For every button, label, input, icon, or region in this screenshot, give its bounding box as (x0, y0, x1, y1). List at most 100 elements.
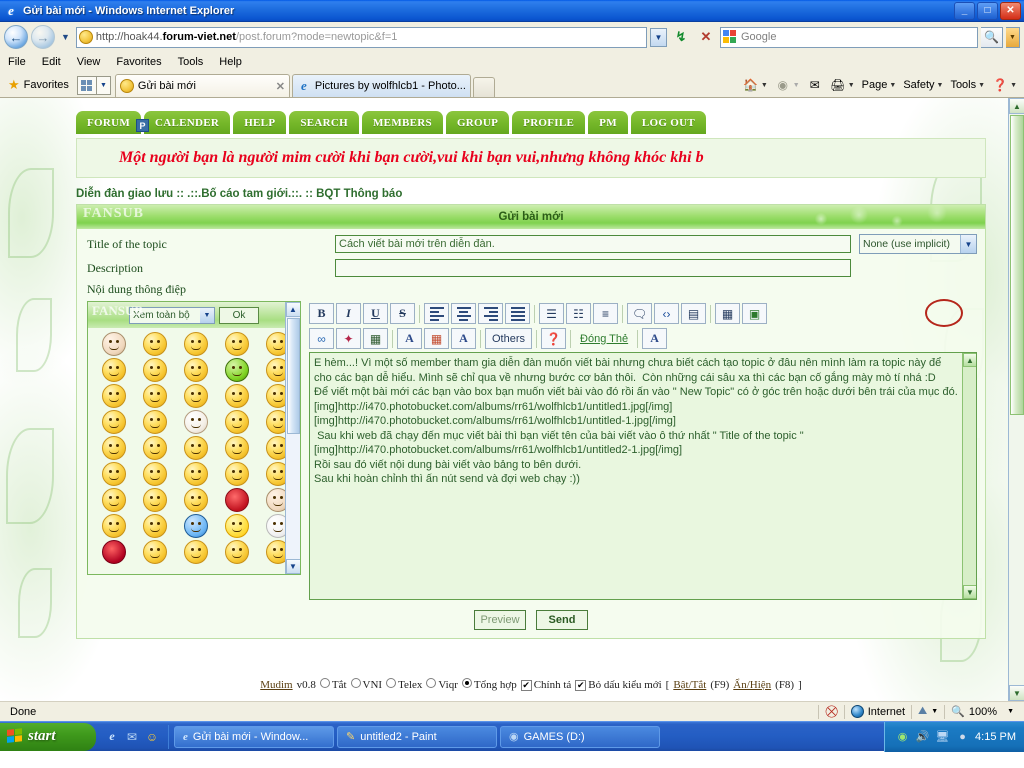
zoom-control[interactable]: 🔍 100% ▼ (945, 703, 1020, 721)
close-tag-link[interactable]: Đóng Thẻ (575, 333, 633, 345)
mudim-mode-vni[interactable]: VNI (350, 678, 382, 691)
browser-tab-inactive[interactable]: e Pictures by wolfhlcb1 - Photo... (291, 74, 471, 97)
scroll-up-icon[interactable]: ▲ (963, 353, 976, 367)
radio-icon[interactable] (426, 678, 437, 688)
strikethrough-button[interactable]: S (390, 303, 415, 324)
address-input[interactable]: http://hoak44.forum-viet.net/post.forum?… (75, 26, 647, 48)
smiley-item[interactable] (224, 410, 249, 434)
nav-tab-calender[interactable]: CALENDER (144, 111, 231, 134)
nav-tab-logout[interactable]: LOG OUT (630, 111, 707, 134)
start-button[interactable]: start (0, 722, 96, 751)
smiley-item[interactable] (224, 488, 249, 512)
smiley-item[interactable] (102, 540, 127, 564)
nav-tab-profile[interactable]: PROFILE (512, 111, 586, 134)
smiley-scrollbar[interactable]: ▲ ▼ (285, 302, 300, 574)
menu-item-edit[interactable]: Edit (42, 56, 61, 68)
smiley-item[interactable] (102, 436, 127, 460)
upload-image-button[interactable]: ▣ (742, 303, 767, 324)
smiley-item[interactable] (183, 384, 208, 408)
nav-tab-search[interactable]: SEARCH (289, 111, 359, 134)
menu-item-help[interactable]: Help (219, 56, 242, 68)
link-button[interactable]: ∞ (309, 328, 334, 349)
print-button[interactable]: 🖨 ▼ (828, 77, 857, 93)
italic-button[interactable]: I (336, 303, 361, 324)
chevron-down-icon[interactable]: ▼ (1007, 708, 1014, 715)
smiley-item[interactable] (183, 436, 208, 460)
bold-button[interactable]: B (309, 303, 334, 324)
mudim-mode-telex[interactable]: Telex (386, 678, 422, 691)
forward-button[interactable]: → (31, 25, 55, 49)
align-right-button[interactable] (478, 303, 503, 324)
quick-tabs-button[interactable] (76, 76, 97, 95)
smiley-item[interactable] (143, 332, 168, 356)
outlook-icon[interactable]: ✉ (124, 729, 140, 745)
favorites-button[interactable]: ★ Favorites (6, 73, 77, 97)
smiley-item[interactable] (143, 540, 168, 564)
stop-icon[interactable]: ✕ (695, 26, 717, 48)
smiley-item[interactable] (224, 514, 249, 538)
smiley-item[interactable] (143, 462, 168, 486)
chevron-down-icon[interactable]: ▼ (761, 82, 768, 89)
smiley-item[interactable] (102, 462, 127, 486)
browser-tab-active[interactable]: Gửi bài mới ✕ (114, 74, 290, 97)
search-provider-dropdown[interactable]: ▼ (1006, 26, 1020, 48)
others-button[interactable]: Others (485, 328, 533, 349)
scrollbar-thumb[interactable] (287, 318, 300, 434)
mudim-brand-link[interactable]: Mudim (260, 679, 292, 691)
title-input[interactable]: Cách viết bài mới trên diễn đàn. (335, 235, 851, 253)
mudim-check-chinhta[interactable]: ✔ Chính tả (520, 679, 571, 691)
taskbar-item-paint[interactable]: ✎ untitled2 - Paint (337, 725, 497, 748)
nav-tab-members[interactable]: MEMBERS (362, 111, 443, 134)
quote-button[interactable]: 🗨 (627, 303, 652, 324)
insert-image-button[interactable]: ▦ (715, 303, 740, 324)
smiley-item[interactable] (102, 332, 127, 356)
page-menu-button[interactable]: Page ▼ (860, 79, 899, 91)
help-menu-button[interactable]: ❓ ▼ (990, 77, 1019, 93)
mudim-mode-tat[interactable]: Tắt (319, 678, 347, 691)
smiley-item[interactable] (143, 514, 168, 538)
feeds-button[interactable]: ◉ ▼ (773, 77, 802, 93)
video-button[interactable]: ▦ (363, 328, 388, 349)
chevron-down-icon[interactable]: ▼ (937, 82, 944, 89)
smiley-item[interactable] (143, 410, 168, 434)
description-input[interactable] (335, 259, 851, 277)
page-scrollbar[interactable]: ▲ ▼ (1008, 98, 1024, 701)
nav-tab-pm[interactable]: PM (588, 111, 628, 134)
home-button[interactable]: 🏠 ▼ (741, 77, 770, 93)
smiley-item[interactable] (143, 358, 168, 382)
align-justify-button[interactable] (505, 303, 530, 324)
smiley-item[interactable] (143, 488, 168, 512)
smiley-item[interactable] (102, 410, 127, 434)
chevron-down-icon[interactable]: ▼ (848, 82, 855, 89)
underline-button[interactable]: U (363, 303, 388, 324)
code-button[interactable]: ‹› (654, 303, 679, 324)
chevron-down-icon[interactable]: ▼ (931, 708, 938, 715)
smiley-item[interactable] (224, 384, 249, 408)
preview-button[interactable]: Preview (474, 610, 526, 630)
checkbox-icon-checked[interactable]: ✔ (575, 679, 587, 691)
chevron-down-icon[interactable]: ▼ (960, 235, 976, 253)
smiley-item[interactable] (102, 488, 127, 512)
mudim-hide-link[interactable]: Ẩn/Hiện (733, 679, 771, 691)
close-button[interactable]: ✕ (1000, 1, 1021, 20)
table-button[interactable]: ▤ (681, 303, 706, 324)
message-textarea[interactable]: E hèm...! Vì một số member tham gia diễn… (309, 352, 977, 600)
smiley-item[interactable] (183, 540, 208, 564)
numbered-list-button[interactable]: ☷ (566, 303, 591, 324)
taskbar-item-games-drive[interactable]: ◉ GAMES (D:) (500, 725, 660, 748)
smiley-item[interactable] (102, 514, 127, 538)
taskbar-item-ie[interactable]: e Gửi bài mới - Window... (174, 725, 334, 748)
scroll-down-icon[interactable]: ▼ (963, 585, 976, 599)
scrollbar-thumb[interactable] (1010, 115, 1024, 415)
send-button[interactable]: Send (536, 610, 588, 630)
radio-icon-selected[interactable] (461, 678, 472, 688)
breadcrumb[interactable]: Diễn đàn giao lưu :: .::.Bố cáo tam giới… (76, 188, 986, 200)
protected-mode[interactable]: ⛰ ▼ (912, 703, 944, 721)
refresh-icon[interactable]: ↯ (670, 26, 692, 48)
mudim-check-bodau[interactable]: ✔ Bỏ dấu kiểu mới (575, 679, 662, 691)
maximize-button[interactable]: □ (977, 1, 998, 20)
history-dropdown-icon[interactable]: ▼ (58, 32, 73, 42)
smiley-item[interactable] (183, 358, 208, 382)
align-center-button[interactable] (451, 303, 476, 324)
nav-tab-forum[interactable]: FORUM (76, 111, 142, 134)
